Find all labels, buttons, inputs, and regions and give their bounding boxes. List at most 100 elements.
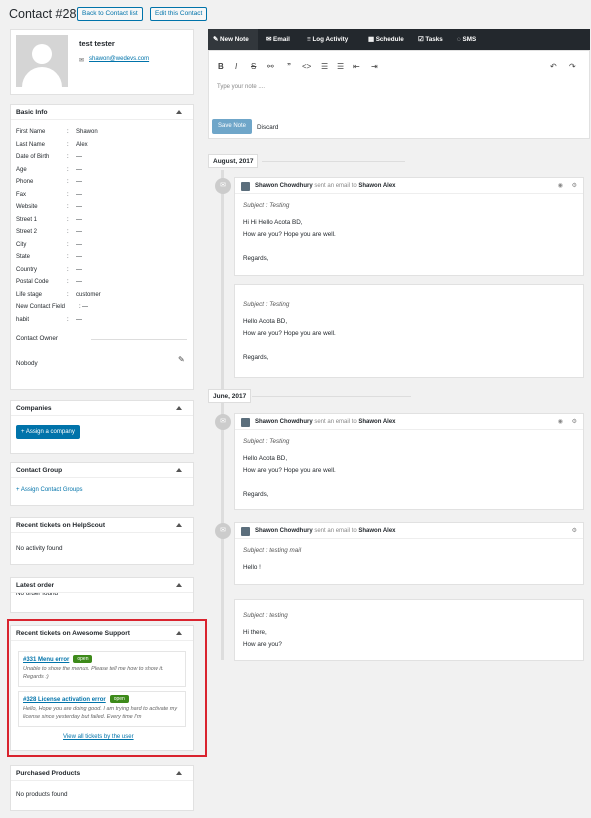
assign-company-button[interactable]: + Assign a company: [16, 425, 80, 439]
note-editor: B I S ⚯ ” <> ☰ ☰ ⇤ ⇥ ↶ ↷ Type your note …: [208, 50, 590, 139]
email-subject: Subject : testing mail: [243, 547, 302, 554]
tab-log-activity[interactable]: ≡ Log Activity: [307, 29, 348, 50]
note-input[interactable]: Type your note ....: [217, 84, 265, 90]
email-line: How are you? Hope you are well.: [243, 330, 336, 337]
strikethrough-icon[interactable]: S: [251, 62, 256, 71]
tab-sms[interactable]: ◌ SMS: [457, 29, 476, 50]
companies-box: Companies + Assign a company: [10, 400, 194, 454]
tab-tasks[interactable]: ☑ Tasks: [418, 29, 443, 50]
divider: [91, 339, 187, 340]
contact-email-link[interactable]: shawon@wedevs.com: [89, 56, 149, 62]
purchased-products-box: Purchased Products No products found: [10, 765, 194, 811]
bulleted-list-icon[interactable]: ☰: [321, 62, 328, 71]
info-label: Life stage: [16, 291, 43, 298]
collapse-icon[interactable]: [176, 406, 182, 410]
sender-name: Shawon Chowdhury: [255, 183, 313, 189]
collapse-icon[interactable]: [176, 523, 182, 527]
discard-button[interactable]: Discard: [257, 124, 278, 131]
separator: :: [67, 279, 69, 285]
contact-name: test tester: [79, 39, 115, 48]
email-line: Hello !: [243, 564, 261, 571]
gear-icon[interactable]: ⚙: [572, 523, 577, 539]
basic-info-header[interactable]: Basic Info: [11, 105, 193, 120]
helpscout-title: Recent tickets on HelpScout: [16, 522, 106, 529]
bold-icon[interactable]: B: [218, 62, 224, 71]
undo-icon[interactable]: ↶: [550, 62, 557, 71]
info-label: First Name: [16, 129, 46, 135]
italic-icon[interactable]: I: [235, 62, 237, 71]
separator: :: [67, 141, 69, 148]
info-label: Street 1: [16, 216, 38, 223]
recipient-name: Shawon Alex: [358, 419, 396, 425]
info-label: Phone: [16, 179, 34, 185]
info-label: Last Name: [16, 141, 46, 148]
info-label: State: [16, 254, 31, 260]
separator: :: [67, 291, 69, 298]
link-icon[interactable]: ⚯: [267, 62, 274, 71]
info-value: —: [76, 279, 82, 285]
back-to-list-button[interactable]: Back to Contact list: [77, 7, 143, 21]
contact-owner-label: Contact Owner: [16, 335, 58, 342]
contact-group-title: Contact Group: [16, 467, 63, 474]
email-line: Hello Acota BD,: [243, 318, 288, 325]
save-note-button[interactable]: Save Note: [212, 119, 253, 134]
avatar: [241, 527, 250, 536]
assign-contact-groups-link[interactable]: + Assign Contact Groups: [16, 487, 83, 493]
separator: :: [67, 316, 69, 323]
page-title: Contact #28: [9, 7, 77, 21]
helpscout-box: Recent tickets on HelpScout No activity …: [10, 517, 194, 565]
separator: :: [67, 254, 69, 260]
helpscout-empty: No activity found: [16, 545, 63, 552]
edit-icon[interactable]: ✎: [178, 355, 185, 364]
info-label: City: [16, 241, 27, 248]
separator: :: [67, 241, 69, 248]
code-icon[interactable]: <>: [302, 62, 311, 71]
avatar: [241, 418, 250, 427]
info-value: —: [76, 154, 82, 160]
edit-contact-button[interactable]: Edit this Contact: [150, 7, 208, 21]
info-value: —: [76, 191, 82, 198]
gear-icon[interactable]: ⚙: [572, 178, 577, 194]
info-value: —: [76, 166, 82, 173]
info-label: Street 2: [16, 229, 38, 235]
separator: :: [79, 304, 81, 310]
basic-info-title: Basic Info: [16, 109, 48, 116]
outdent-icon[interactable]: ⇤: [353, 62, 360, 71]
email-line: How are you? Hope you are well.: [243, 467, 336, 474]
envelope-icon: ✉: [266, 36, 274, 43]
collapse-icon[interactable]: [176, 583, 182, 587]
info-value: —: [82, 304, 88, 310]
date-separator: June, 2017: [208, 389, 252, 403]
redo-icon[interactable]: ↷: [569, 62, 576, 71]
info-value: —: [76, 316, 82, 323]
collapse-icon[interactable]: [176, 110, 182, 114]
info-value: Shawon: [76, 129, 98, 135]
quote-icon[interactable]: ”: [287, 62, 291, 71]
gear-icon[interactable]: ⚙: [572, 414, 577, 430]
recipient-name: Shawon Alex: [358, 528, 396, 534]
numbered-list-icon[interactable]: ☰: [337, 62, 344, 71]
envelope-icon: ✉: [215, 523, 231, 539]
tab-email[interactable]: ✉ Email: [266, 29, 290, 50]
tab-schedule[interactable]: ▦ Schedule: [368, 29, 404, 50]
contact-group-box: Contact Group + Assign Contact Groups: [10, 462, 194, 506]
collapse-icon[interactable]: [176, 468, 182, 472]
divider: [252, 396, 411, 397]
avatar: [241, 182, 250, 191]
indent-icon[interactable]: ⇥: [371, 62, 378, 71]
separator: :: [67, 204, 69, 210]
info-label: Postal Code: [16, 279, 49, 285]
eye-icon[interactable]: ◉: [558, 178, 563, 194]
info-label: habit: [16, 316, 30, 323]
collapse-icon[interactable]: [176, 771, 182, 775]
latest-order-title: Latest order: [16, 582, 55, 589]
email-subject: Subject : Testing: [243, 438, 290, 445]
email-line: Regards,: [243, 255, 269, 262]
info-label: Age: [16, 166, 27, 173]
email-line: Regards,: [243, 491, 269, 498]
tab-new-note[interactable]: ✎ New Note: [208, 29, 258, 50]
eye-icon[interactable]: ◉: [558, 414, 563, 430]
info-value: —: [76, 179, 82, 185]
separator: :: [67, 166, 69, 173]
info-value: —: [76, 204, 82, 210]
